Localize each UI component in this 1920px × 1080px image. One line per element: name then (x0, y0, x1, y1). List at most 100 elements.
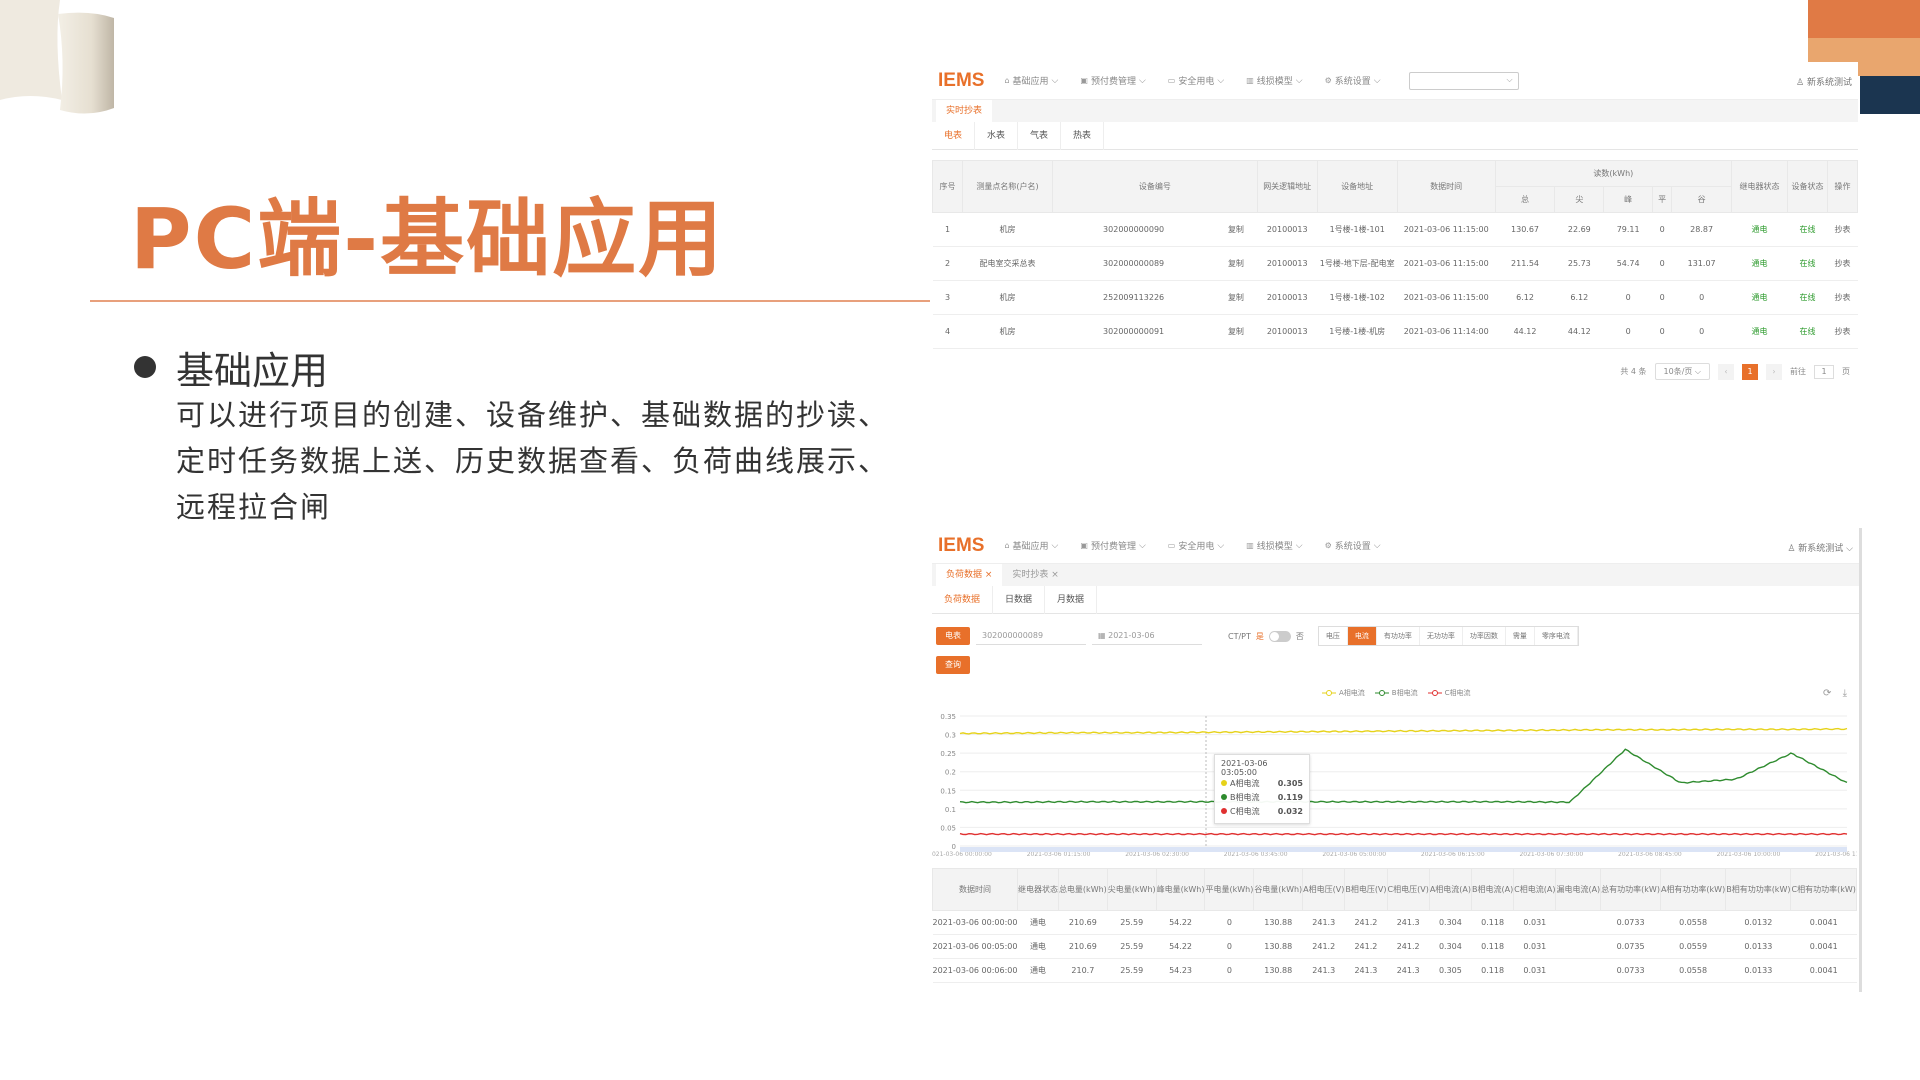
col-subheader: 谷 (1671, 186, 1732, 213)
table-cell: 2 (932, 246, 963, 281)
tag-load-data[interactable]: 负荷数据 × (936, 564, 1003, 586)
nav-item-settings[interactable]: ⚙ 系统设置 ⌵ (1325, 74, 1381, 88)
col-subheader: 尖 (1554, 186, 1605, 213)
date-input[interactable]: ▦ 2021-03-06 (1092, 627, 1202, 645)
table-cell: 241.2 (1387, 934, 1430, 959)
table-cell: 2021-03-06 11:14:00 (1397, 314, 1496, 349)
tag-realtime[interactable]: 实时抄表 × (1002, 564, 1068, 586)
table-cell: 通电 (1017, 910, 1059, 935)
chart-tools[interactable]: ⟳ ⤓ (1823, 688, 1851, 699)
safety-icon: ▭ (1167, 76, 1176, 85)
scroll-decoration (0, 0, 114, 114)
tab-water[interactable]: 水表 (975, 121, 1019, 150)
table-cell: 1 (932, 212, 963, 247)
table-cell[interactable]: 复制 (1214, 314, 1258, 349)
realtime-reading-screenshot: IEMS ⌂ 基础应用 ⌵ ▣ 预付费管理 ⌵ ▭ 安全用电 ⌵ ▥ 线损模型 ⌵ ⚙ 系统设置 ⌵… (932, 62, 1858, 402)
table-cell: 0.0733 (1600, 958, 1661, 983)
filter-bar: 电表 302000000089 ▦ 2021-03-06 CT/PT 是 否 电… (932, 620, 1859, 652)
mode-active-power[interactable]: 有功功率 (1377, 627, 1420, 645)
col-header: C相电流(A) (1513, 868, 1557, 911)
read-meter-link[interactable]: 抄表 (1827, 212, 1858, 247)
table-cell: 241.2 (1302, 934, 1345, 959)
home-icon: ⌂ (1004, 541, 1010, 550)
read-meter-link[interactable]: 抄表 (1827, 246, 1858, 281)
table-cell: 通电 (1731, 280, 1788, 315)
tab-daily[interactable]: 日数据 (993, 585, 1046, 614)
page-1-button[interactable]: 1 (1742, 363, 1758, 380)
page-size-select[interactable]: 10条/页 ⌵ (1654, 363, 1710, 380)
legend-item[interactable]: C相电流 (1427, 688, 1471, 698)
top-navbar: IEMS ⌂ 基础应用 ⌵ ▣ 预付费管理 ⌵ ▭ 安全用电 ⌵ ▥ 线损模型 ⌵ ⚙ 系统设置 ⌵… (932, 528, 1859, 564)
read-meter-link[interactable]: 抄表 (1827, 280, 1858, 315)
mode-voltage[interactable]: 电压 (1319, 627, 1348, 645)
table-cell: 25.59 (1107, 910, 1157, 935)
ctpt-switch[interactable]: CT/PT 是 否 (1228, 630, 1304, 642)
nav-item-basic[interactable]: ⌂ 基础应用 ⌵ (1004, 74, 1058, 88)
series-line-3 (959, 832, 1848, 836)
table-cell: 4 (932, 314, 963, 349)
tab-monthly[interactable]: 月数据 (1045, 585, 1098, 614)
table-cell[interactable]: 复制 (1214, 212, 1258, 247)
table-cell[interactable]: 复制 (1214, 280, 1258, 315)
project-select[interactable]: ⌵ (1408, 71, 1519, 90)
y-tick-label: 0.05 (940, 824, 956, 832)
nav-item-prepay[interactable]: ▣ 预付费管理 ⌵ (1080, 74, 1145, 88)
series-line-1 (959, 727, 1848, 735)
tab-heat[interactable]: 热表 (1061, 121, 1105, 150)
nav-item-basic[interactable]: ⌂ 基础应用 ⌵ (1004, 539, 1058, 553)
tag-realtime[interactable]: 实时抄表 (936, 100, 993, 122)
read-meter-link[interactable]: 抄表 (1827, 314, 1858, 349)
mode-current[interactable]: 电流 (1347, 627, 1377, 645)
nav-item-lineloss[interactable]: ▥ 线损模型 ⌵ (1246, 539, 1302, 553)
nav-item-prepay[interactable]: ▣ 预付费管理 ⌵ (1080, 539, 1145, 553)
table-cell: 2021-03-06 00:00:00 (932, 910, 1017, 935)
table-cell: 25.59 (1107, 958, 1157, 983)
tab-electric[interactable]: 电表 (932, 121, 976, 150)
table-cell: 0 (1652, 246, 1672, 281)
table-cell: 241.3 (1302, 910, 1345, 935)
table-cell: 210.69 (1058, 910, 1108, 935)
user-menu[interactable]: ♙ 新系统测试 (1796, 75, 1852, 88)
table-cell: 0 (1603, 314, 1653, 349)
mode-power-factor[interactable]: 功率因数 (1463, 627, 1506, 645)
table-cell: 通电 (1731, 246, 1788, 281)
tab-load-data[interactable]: 负荷数据 (932, 585, 994, 614)
col-header: 尖电量(kWh) (1106, 868, 1157, 911)
nav-item-settings[interactable]: ⚙ 系统设置 ⌵ (1325, 539, 1381, 553)
table-cell: 211.54 (1495, 246, 1555, 281)
table-row: 2 配电室交采总表 302000000089 复制 20100013 1号楼-地下层-配电… (932, 246, 1858, 281)
table-cell[interactable]: 复制 (1214, 246, 1258, 281)
mode-zero-seq-current[interactable]: 零序电流 (1535, 627, 1578, 645)
legend-item[interactable]: B相电流 (1374, 688, 1418, 698)
table-cell (1555, 934, 1601, 959)
table-cell: 0 (1204, 910, 1254, 935)
nav-item-lineloss[interactable]: ▥ 线损模型 ⌵ (1246, 74, 1302, 88)
table-cell: 130.88 (1253, 934, 1303, 959)
tab-gas[interactable]: 气表 (1018, 121, 1062, 150)
table-cell: 0.0559 (1660, 934, 1726, 959)
measure-type-group: 电压 电流 有功功率 无功功率 功率因数 需量 零序电流 (1317, 626, 1579, 646)
app-logo: IEMS (938, 69, 985, 91)
table-cell: 20100013 (1257, 212, 1318, 247)
col-header: 平电量(kWh) (1204, 868, 1255, 911)
mode-reactive-power[interactable]: 无功功率 (1420, 627, 1463, 645)
table-cell: 54.22 (1156, 934, 1205, 959)
goto-input[interactable]: 1 (1814, 364, 1834, 379)
table-cell: 0.0041 (1790, 934, 1857, 959)
nav-item-safety[interactable]: ▭ 安全用电 ⌵ (1167, 74, 1224, 88)
prev-page-button[interactable]: ‹ (1718, 363, 1734, 380)
ctpt-toggle[interactable] (1268, 630, 1291, 642)
table-cell: 0.0735 (1600, 934, 1661, 959)
table-row: 2021-03-06 00:05:00 通电 210.69 25.59 54.22 0 13… (932, 934, 1857, 959)
user-menu[interactable]: ♙ 新系统测试 ⌵ (1787, 541, 1853, 554)
device-number-input[interactable]: 302000000089 (976, 627, 1086, 645)
legend-item[interactable]: A相电流 (1322, 688, 1365, 698)
device-type-button[interactable]: 电表 (936, 627, 970, 645)
table-cell: 2021-03-06 00:06:00 (932, 958, 1017, 983)
query-button[interactable]: 查询 (936, 656, 970, 674)
col-subheader: 平 (1652, 186, 1673, 213)
mode-demand[interactable]: 需量 (1506, 627, 1535, 645)
next-page-button[interactable]: › (1766, 363, 1782, 380)
table-cell: 210.69 (1058, 934, 1108, 959)
nav-item-safety[interactable]: ▭ 安全用电 ⌵ (1168, 539, 1224, 553)
